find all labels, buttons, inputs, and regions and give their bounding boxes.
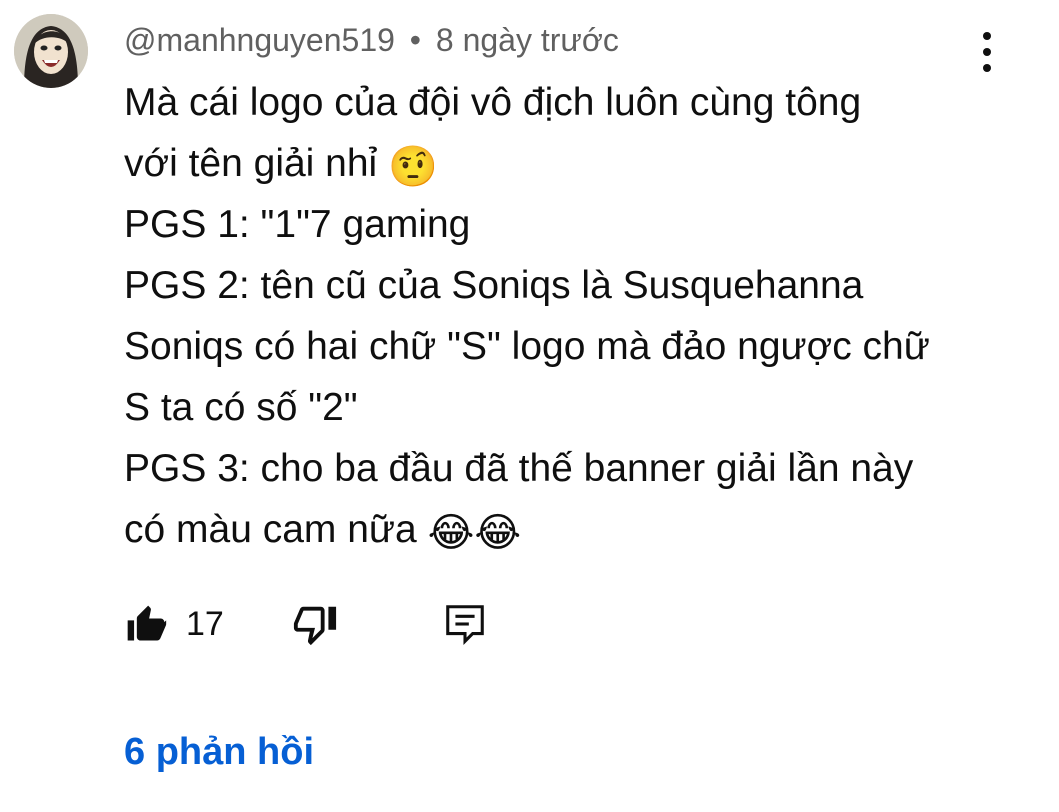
meta-separator: •: [409, 22, 421, 58]
thumb-up-filled-icon: [127, 605, 167, 641]
dislike-button[interactable]: [292, 596, 338, 652]
comment-line: PGS 3: cho ba đầu đã thế banner giải lần…: [124, 438, 1004, 499]
comment-line: có màu cam nữa 😂😂: [124, 499, 1004, 560]
comment-line: PGS 1: "1"7 gaming: [124, 194, 1004, 255]
comment-line-text: Soniqs có hai chữ "S" logo mà đảo ngược …: [124, 325, 930, 368]
view-replies-link[interactable]: 6 phản hồi: [124, 728, 314, 776]
comment-line: với tên giải nhỉ 🤨: [124, 133, 1004, 194]
more-vertical-icon-dot: [983, 64, 991, 72]
comment-header: @manhnguyen519 • 8 ngày trước: [124, 20, 619, 60]
comment-author[interactable]: @manhnguyen519: [124, 22, 395, 58]
thumb-down-outline-icon: [293, 606, 337, 646]
comment-line-text: Mà cái logo của đội vô địch luôn cùng tô…: [124, 81, 862, 124]
comment-line-text: PGS 1: "1"7 gaming: [124, 203, 471, 246]
comment-line: PGS 2: tên cũ của Soniqs là Susquehanna: [124, 255, 1004, 316]
comment-line: S ta có số "2": [124, 377, 1004, 438]
comment-line-text: S ta có số "2": [124, 386, 358, 429]
comment-line-text: PGS 3: cho ba đầu đã thế banner giải lần…: [124, 447, 914, 490]
tears-of-joy-emoji-icon: 😂😂: [427, 510, 522, 556]
comment-line-text: có màu cam nữa: [124, 508, 428, 551]
comment-text: Mà cái logo của đội vô địch luôn cùng tô…: [124, 72, 1004, 560]
like-count: 17: [186, 604, 224, 643]
comment-line-text: với tên giải nhỉ: [124, 142, 389, 185]
more-vertical-icon-dot: [983, 48, 991, 56]
reply-button[interactable]: [442, 596, 488, 652]
like-button[interactable]: 17: [124, 596, 224, 652]
comment-line: Soniqs có hai chữ "S" logo mà đảo ngược …: [124, 316, 1004, 377]
comment-line: Mà cái logo của đội vô địch luôn cùng tô…: [124, 72, 1004, 133]
more-options-button[interactable]: [970, 28, 1004, 76]
comment-line-text: PGS 2: tên cũ của Soniqs là Susquehanna: [124, 264, 864, 307]
avatar-image: [14, 14, 88, 88]
more-vertical-icon: [983, 32, 991, 40]
comment-reply-icon: [446, 605, 484, 645]
raised-eyebrow-emoji-icon: 🤨: [388, 144, 438, 190]
comment-time: 8 ngày trước: [435, 22, 619, 58]
avatar[interactable]: [14, 14, 88, 88]
